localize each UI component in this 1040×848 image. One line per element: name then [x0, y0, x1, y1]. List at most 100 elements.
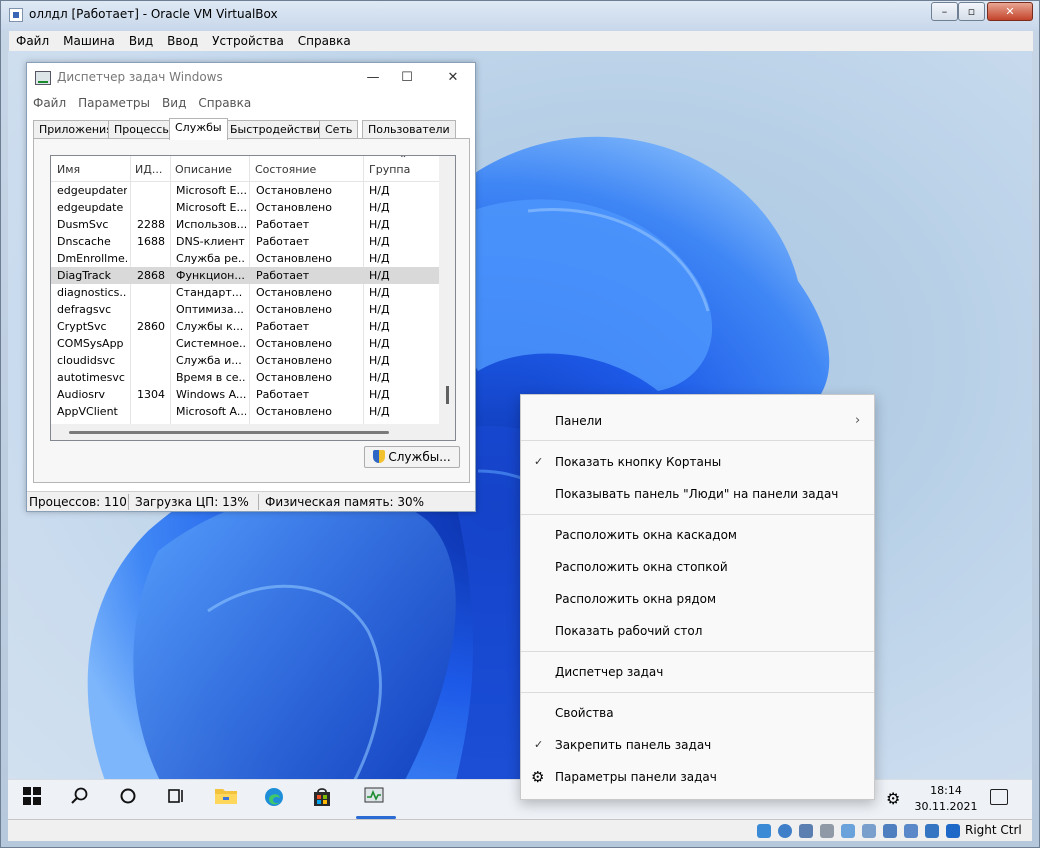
table-row[interactable]: edgeupdate Microsoft E... Остановлено Н/Д	[51, 199, 439, 216]
column-header-description[interactable]: Описание	[175, 163, 232, 176]
tab-users[interactable]: Пользователи	[362, 120, 456, 139]
vb-menu-devices[interactable]: Устройства	[205, 31, 291, 51]
windows-logo-icon	[23, 787, 41, 805]
tm-menu-help[interactable]: Справка	[192, 93, 257, 113]
tm-menu-view[interactable]: Вид	[156, 93, 192, 113]
notification-icon[interactable]	[990, 789, 1008, 805]
usb-icon[interactable]	[841, 824, 855, 838]
tm-menu-options[interactable]: Параметры	[72, 93, 156, 113]
menu-item-properties[interactable]: Свойства	[521, 699, 874, 727]
table-row[interactable]: diagnostics... Стандарт... Остановлено Н/Д	[51, 284, 439, 301]
tab-processes[interactable]: Процессы	[108, 120, 178, 139]
table-row[interactable]: Dnscache 1688 DNS-клиент Работает Н/Д	[51, 233, 439, 250]
taskmgr-taskbar-button[interactable]	[358, 786, 390, 814]
optical-drive-icon[interactable]	[778, 824, 792, 838]
table-row[interactable]: CryptSvc 2860 Службы к... Работает Н/Д	[51, 318, 439, 335]
table-row[interactable]: autotimesvc Время в се... Остановлено Н/Д	[51, 369, 439, 386]
vb-menu-file[interactable]: Файл	[9, 31, 56, 51]
vb-titlebar[interactable]: оллдл [Работает] - Oracle VM VirtualBox …	[1, 1, 1039, 31]
menu-separator	[521, 440, 874, 441]
menu-item-task-manager[interactable]: Диспетчер задач	[521, 658, 874, 686]
cell-state: Остановлено	[256, 405, 332, 418]
tm-close-button[interactable]: ✕	[439, 67, 467, 89]
hdd-icon[interactable]	[757, 824, 771, 838]
store-button[interactable]	[306, 786, 338, 814]
tm-minimize-button[interactable]: —	[359, 67, 387, 89]
cell-name: autotimesvc	[57, 371, 125, 384]
start-button[interactable]	[16, 786, 48, 814]
menu-item-lock-taskbar[interactable]: ✓ Закрепить панель задач	[521, 731, 874, 759]
cell-state: Остановлено	[256, 371, 332, 384]
vb-menu-input[interactable]: Ввод	[160, 31, 205, 51]
menu-item-stack[interactable]: Расположить окна стопкой	[521, 553, 874, 581]
column-header-name[interactable]: Имя	[57, 163, 80, 176]
edge-button[interactable]	[258, 786, 290, 814]
tm-menu-file[interactable]: Файл	[27, 93, 72, 113]
menu-item-show-cortana[interactable]: ✓ Показать кнопку Кортаны	[521, 448, 874, 476]
shared-folders-icon[interactable]	[862, 824, 876, 838]
cell-state: Работает	[256, 218, 310, 231]
menu-item-show-people[interactable]: Показывать панель "Люди" на панели задач	[521, 480, 874, 508]
menu-item-cascade[interactable]: Расположить окна каскадом	[521, 521, 874, 549]
services-button[interactable]: Службы...	[364, 446, 460, 468]
cpu-icon[interactable]	[925, 824, 939, 838]
menu-item-taskbar-settings[interactable]: ⚙ Параметры панели задач	[521, 763, 874, 791]
menu-separator	[521, 692, 874, 693]
table-row[interactable]: DiagTrack 2868 Функцион... Работает Н/Д	[51, 267, 439, 284]
vb-menu-machine[interactable]: Машина	[56, 31, 122, 51]
cell-desc: Оптимиза...	[176, 303, 244, 316]
services-list[interactable]: Имя ИД... Описание Состояние Группа ⌃ ed…	[50, 155, 456, 441]
search-button[interactable]	[64, 786, 96, 814]
tab-performance[interactable]: Быстродействие	[224, 120, 333, 139]
vb-menu-help[interactable]: Справка	[291, 31, 358, 51]
table-row[interactable]: DmEnrollme... Служба ре... Остановлено Н/Д	[51, 250, 439, 267]
table-row[interactable]: defragsvc Оптимиза... Остановлено Н/Д	[51, 301, 439, 318]
host-key-label: Right Ctrl	[965, 823, 1022, 837]
menu-item-side-by-side[interactable]: Расположить окна рядом	[521, 585, 874, 613]
close-button[interactable]: ✕	[987, 2, 1033, 21]
table-row[interactable]: Audiosrv 1304 Windows A... Работает Н/Д	[51, 386, 439, 403]
keyboard-capture-icon[interactable]	[946, 824, 960, 838]
table-row[interactable]: DusmSvc 2288 Использов... Работает Н/Д	[51, 216, 439, 233]
vb-menu-view[interactable]: Вид	[122, 31, 160, 51]
tab-services[interactable]: Службы	[169, 118, 228, 140]
cell-desc: Служба и...	[176, 354, 242, 367]
services-panel: Имя ИД... Описание Состояние Группа ⌃ ed…	[33, 138, 470, 483]
tm-maximize-button[interactable]: ☐	[393, 67, 421, 89]
horizontal-scrollbar[interactable]	[51, 424, 455, 440]
cortana-button[interactable]	[112, 786, 144, 814]
cell-name: COMSysApp	[57, 337, 124, 350]
tab-applications[interactable]: Приложения	[33, 120, 119, 139]
status-divider	[128, 494, 129, 510]
column-header-pid[interactable]: ИД...	[135, 163, 162, 176]
recording-icon[interactable]	[904, 824, 918, 838]
cell-name: Dnscache	[57, 235, 111, 248]
cell-name: Audiosrv	[57, 388, 106, 401]
file-explorer-button[interactable]	[210, 786, 242, 814]
maximize-button[interactable]: ▫	[958, 2, 985, 21]
menu-item-label: Параметры панели задач	[555, 770, 717, 784]
audio-icon[interactable]	[799, 824, 813, 838]
menu-item-label: Панели	[555, 414, 603, 428]
menu-item-show-desktop[interactable]: Показать рабочий стол	[521, 617, 874, 645]
task-view-button[interactable]	[160, 786, 192, 814]
scrollbar-thumb[interactable]	[69, 431, 389, 434]
table-row[interactable]: edgeupdatem Microsoft E... Остановлено Н/Д	[51, 182, 439, 199]
taskbar-clock[interactable]: 18:14 30.11.2021	[904, 783, 988, 815]
tab-network[interactable]: Сеть	[319, 120, 359, 139]
scrollbar-thumb[interactable]	[446, 386, 449, 404]
menu-item-label: Диспетчер задач	[555, 665, 664, 679]
vb-window-title: оллдл [Работает] - Oracle VM VirtualBox	[29, 7, 278, 21]
network-icon[interactable]	[820, 824, 834, 838]
table-row[interactable]: COMSysApp Системное... Остановлено Н/Д	[51, 335, 439, 352]
display-icon[interactable]	[883, 824, 897, 838]
cell-group: Н/Д	[369, 252, 390, 265]
gear-icon[interactable]: ⚙	[886, 789, 900, 808]
column-header-state[interactable]: Состояние	[255, 163, 316, 176]
vertical-scrollbar[interactable]	[439, 156, 455, 424]
tm-titlebar[interactable]: Диспетчер задач Windows — ☐ ✕	[27, 63, 475, 93]
table-row[interactable]: AppVClient Microsoft A... Остановлено Н/Д	[51, 403, 439, 420]
menu-item-toolbars[interactable]: Панели ›	[521, 407, 874, 435]
table-row[interactable]: cloudidsvc Служба и... Остановлено Н/Д	[51, 352, 439, 369]
minimize-button[interactable]: –	[931, 2, 958, 21]
